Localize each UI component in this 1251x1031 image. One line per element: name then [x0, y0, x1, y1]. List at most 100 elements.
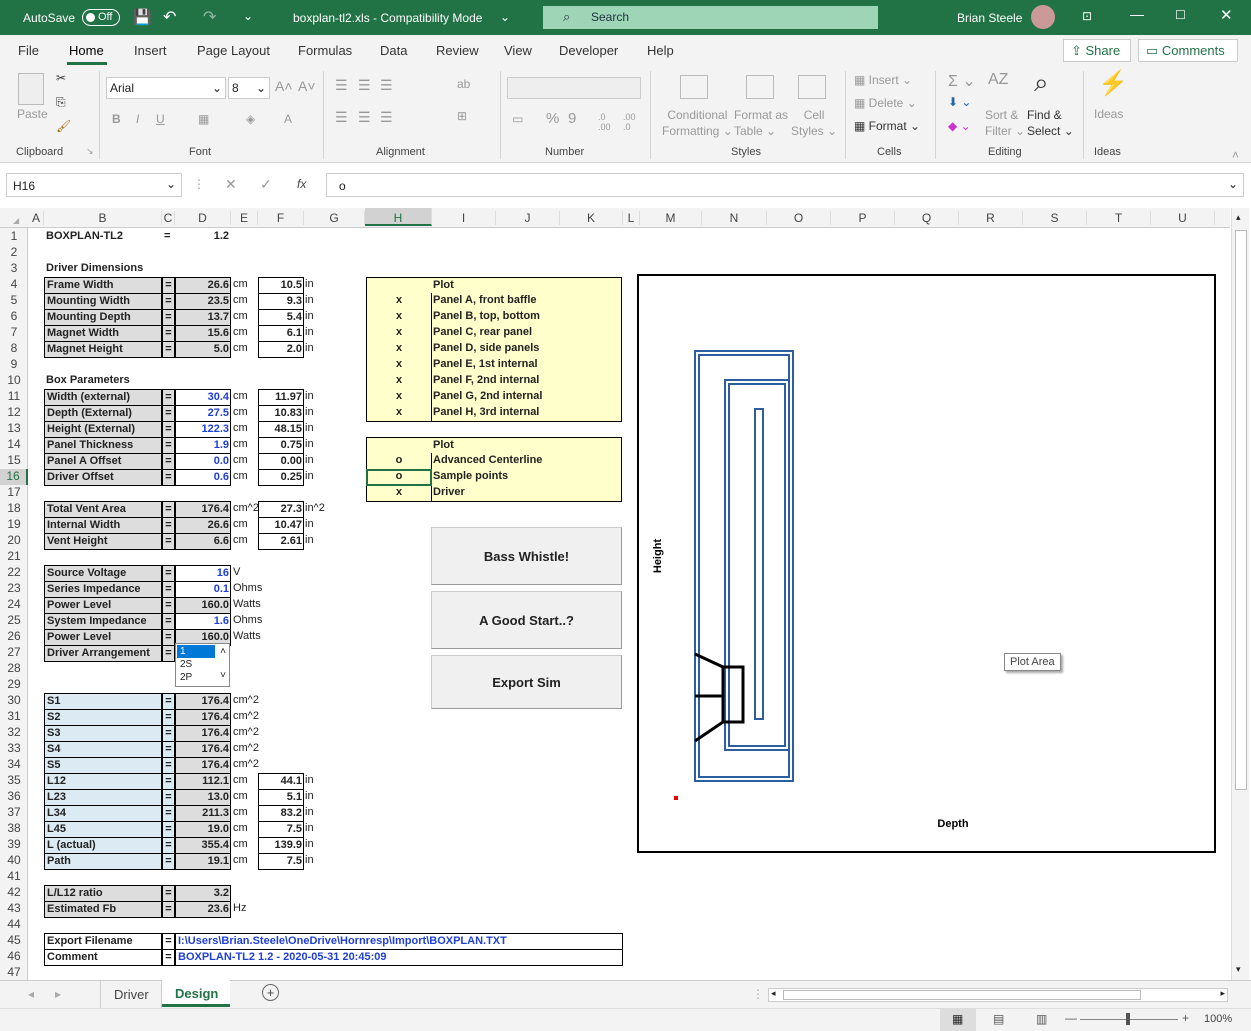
param-value[interactable]: 211.3 — [175, 805, 231, 822]
param-value[interactable]: 176.4 — [175, 741, 231, 758]
inch-value[interactable]: 10.47 — [258, 517, 304, 534]
param-label[interactable]: Panel A Offset — [44, 453, 162, 470]
zoom-in-icon[interactable]: + — [1182, 1011, 1189, 1025]
arrangement-option[interactable]: 2P — [177, 671, 215, 684]
equals-cell[interactable]: = — [162, 293, 175, 310]
zoom-slider-handle[interactable] — [1126, 1013, 1130, 1025]
inch-value[interactable]: 2.0 — [258, 341, 304, 358]
param-label[interactable]: Estimated Fb — [44, 901, 162, 918]
inch-value[interactable]: 11.97 — [258, 389, 304, 406]
row-header[interactable]: 20 — [0, 533, 28, 549]
scrollbar-thumb[interactable] — [1235, 230, 1247, 790]
export-sim-button[interactable]: Export Sim — [431, 655, 622, 709]
tab-home[interactable]: Home — [69, 43, 104, 58]
inch-value[interactable]: 0.25 — [258, 469, 304, 486]
param-label[interactable]: Mounting Width — [44, 293, 162, 310]
equals-cell[interactable]: = — [162, 533, 175, 550]
equals-cell[interactable]: = — [162, 453, 175, 470]
zoom-level[interactable]: 100% — [1204, 1013, 1232, 1025]
zoom-out-icon[interactable]: — — [1065, 1011, 1077, 1025]
comment-label[interactable]: Comment — [44, 949, 162, 966]
equals-cell[interactable]: = — [162, 645, 175, 662]
increase-font-icon[interactable]: A˄ — [275, 78, 293, 94]
row-header[interactable]: 26 — [0, 629, 28, 645]
plot-toggle-mark[interactable]: x — [366, 325, 432, 342]
autosum-icon[interactable]: Σ ⌄ — [948, 71, 976, 91]
param-value[interactable]: 176.4 — [175, 757, 231, 774]
export-filename-value[interactable]: I:\Users\Brian.Steele\OneDrive\Hornresp\… — [175, 933, 623, 950]
format-cells-button[interactable]: ▦ Format ⌄ — [854, 119, 920, 133]
inch-value[interactable]: 27.3 — [258, 501, 304, 518]
row-header[interactable]: 12 — [0, 405, 28, 421]
column-header[interactable]: B — [44, 211, 162, 225]
align-right-icon[interactable]: ☰ — [380, 109, 393, 126]
formula-input[interactable]: o ⌄ — [326, 173, 1244, 197]
row-header[interactable]: 43 — [0, 901, 28, 917]
param-value[interactable]: 160.0 — [175, 597, 231, 614]
row-header[interactable]: 11 — [0, 389, 28, 405]
row-header[interactable]: 33 — [0, 741, 28, 757]
column-header[interactable]: K — [560, 211, 623, 225]
scroll-right-icon[interactable]: ▸ — [1220, 988, 1225, 999]
equals-cell[interactable]: = — [162, 437, 175, 454]
collapse-ribbon-icon[interactable]: ˄ — [1232, 148, 1239, 162]
sheet-tab-design[interactable]: Design — [162, 980, 230, 1007]
plot-toggle-mark[interactable]: x — [366, 389, 432, 406]
param-label[interactable]: Driver Offset — [44, 469, 162, 486]
font-color-icon[interactable]: A — [284, 112, 292, 126]
equals-cell[interactable]: = — [162, 741, 175, 758]
param-value[interactable]: 30.4 — [175, 389, 231, 406]
column-header[interactable]: O — [767, 211, 831, 225]
row-header[interactable]: 22 — [0, 565, 28, 581]
inch-value[interactable]: 5.1 — [258, 789, 304, 806]
column-header[interactable]: R — [959, 211, 1023, 225]
param-value[interactable]: 13.0 — [175, 789, 231, 806]
sort-filter-button[interactable]: Sort & Filter ⌄ — [985, 107, 1025, 139]
prev-sheet-icon[interactable]: ◂ — [28, 987, 34, 1001]
column-header[interactable]: E — [231, 211, 258, 225]
row-header[interactable]: 18 — [0, 501, 28, 517]
cancel-icon[interactable]: ✕ — [225, 176, 237, 193]
underline-icon[interactable]: U — [156, 112, 165, 126]
row-header[interactable]: 4 — [0, 277, 28, 293]
undo-icon[interactable]: ↶ — [163, 7, 176, 27]
plot-toggle-mark[interactable]: x — [366, 485, 432, 502]
horizontal-scrollbar[interactable]: ◂ ▸ — [768, 988, 1228, 1002]
row-header[interactable]: 21 — [0, 549, 28, 565]
equals-cell[interactable]: = — [162, 853, 175, 870]
find-select-button[interactable]: Find & Select ⌄ — [1027, 107, 1074, 139]
inch-value[interactable]: 44.1 — [258, 773, 304, 790]
cut-icon[interactable]: ✂ — [56, 71, 66, 85]
scroll-up-icon[interactable]: ▴ — [1236, 212, 1241, 223]
column-header[interactable]: G — [304, 211, 365, 225]
param-value[interactable]: 3.2 — [175, 885, 231, 902]
inch-value[interactable]: 48.15 — [258, 421, 304, 438]
decrease-font-icon[interactable]: A˅ — [298, 78, 316, 94]
arrangement-option[interactable]: 2S — [177, 658, 215, 671]
redo-icon[interactable]: ↷ — [203, 7, 216, 27]
accounting-icon[interactable]: ▭ — [512, 112, 523, 126]
column-header[interactable]: I — [432, 211, 496, 225]
equals-cell[interactable]: = — [162, 325, 175, 342]
borders-icon[interactable]: ▦ — [198, 112, 209, 126]
param-value[interactable]: 0.1 — [175, 581, 231, 598]
row-header[interactable]: 6 — [0, 309, 28, 325]
row-header[interactable]: 10 — [0, 373, 28, 389]
decrease-decimal-icon[interactable]: .00.0 — [623, 112, 636, 132]
good-start-button[interactable]: A Good Start..? — [431, 591, 622, 649]
param-label[interactable]: L12 — [44, 773, 162, 790]
scroll-left-icon[interactable]: ◂ — [771, 988, 776, 999]
equals-cell[interactable]: = — [162, 309, 175, 326]
row-header[interactable]: 15 — [0, 453, 28, 469]
align-left-icon[interactable]: ☰ — [335, 109, 348, 126]
scroll-down-icon[interactable]: ˅ — [220, 670, 226, 681]
param-label[interactable]: Width (external) — [44, 389, 162, 406]
param-value[interactable]: 176.4 — [175, 501, 231, 518]
plot-toggle-mark[interactable]: x — [366, 293, 432, 310]
fill-color-icon[interactable]: ◈ — [246, 112, 255, 126]
driver-arrangement-dropdown[interactable]: 1 2S 2P ˄ ˅ — [175, 643, 230, 687]
param-label[interactable]: S2 — [44, 709, 162, 726]
column-header[interactable]: P — [831, 211, 895, 225]
scrollbar-thumb[interactable] — [783, 990, 1141, 1000]
inch-value[interactable]: 10.5 — [258, 277, 304, 294]
